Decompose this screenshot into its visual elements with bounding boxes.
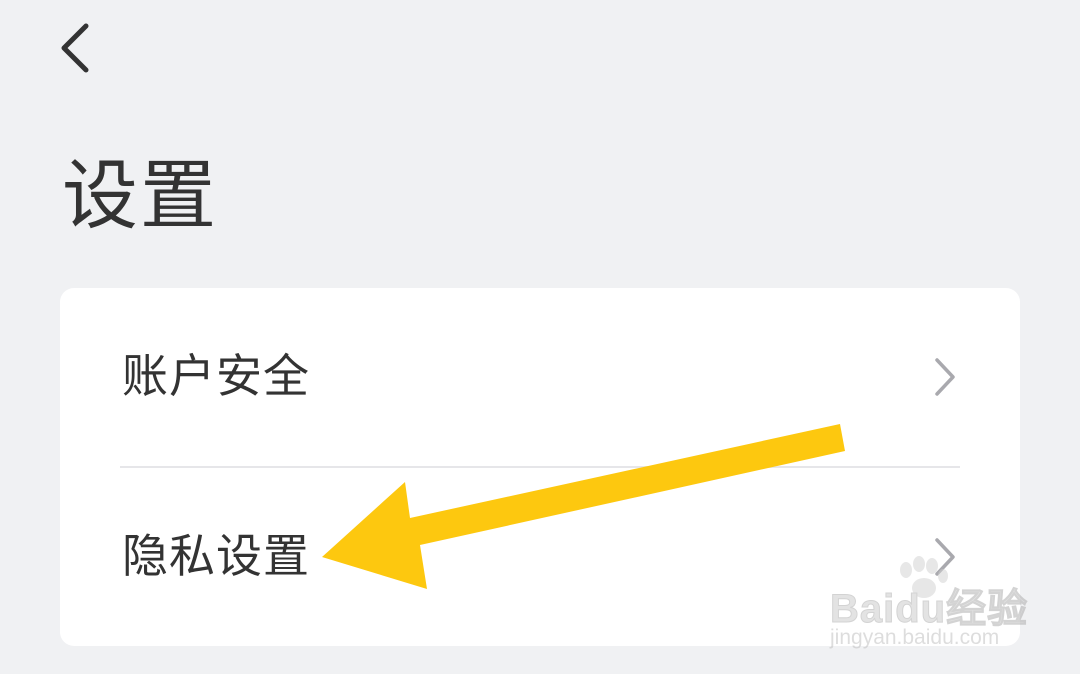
chevron-left-icon — [61, 23, 89, 73]
settings-item-label: 隐私设置 — [122, 529, 310, 583]
settings-card: 账户安全 隐私设置 — [60, 288, 1020, 646]
chevron-right-icon — [932, 537, 958, 577]
chevron-right-icon — [932, 357, 958, 397]
settings-item-privacy-settings[interactable]: 隐私设置 — [60, 468, 1020, 646]
page-title: 设置 — [62, 151, 218, 240]
settings-item-label: 账户安全 — [122, 349, 310, 403]
settings-item-account-security[interactable]: 账户安全 — [60, 288, 1020, 468]
back-button[interactable] — [50, 18, 110, 78]
